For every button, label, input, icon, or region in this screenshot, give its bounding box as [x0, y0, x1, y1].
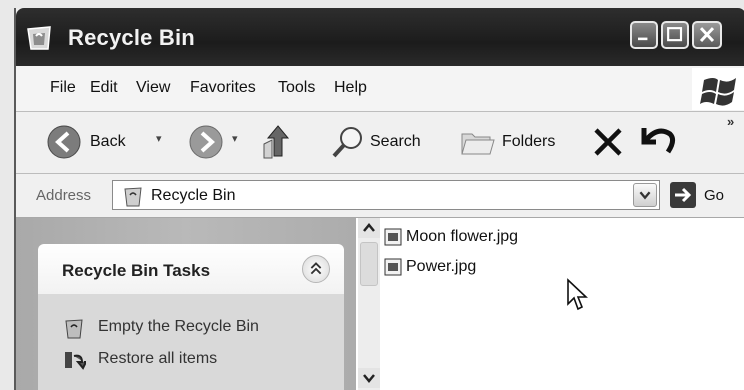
- forward-arrow-icon: [189, 125, 223, 159]
- folders-label: Folders: [502, 133, 556, 150]
- file-pane: Moon flower.jpg Power.jpg: [356, 218, 744, 390]
- menu-help[interactable]: Help: [334, 79, 367, 97]
- tasks-title: Recycle Bin Tasks: [62, 261, 211, 280]
- task-restore-all-items[interactable]: Restore all items: [62, 348, 332, 372]
- delete-icon[interactable]: [592, 126, 624, 158]
- menu-edit[interactable]: Edit: [90, 79, 118, 97]
- chevron-up-icon: [363, 223, 375, 232]
- close-button[interactable]: [692, 21, 722, 49]
- empty-recycle-bin-icon: [65, 319, 83, 339]
- menu-file[interactable]: File: [50, 79, 76, 97]
- maximize-icon: [667, 27, 683, 42]
- address-dropdown-button[interactable]: [633, 183, 657, 207]
- scroll-thumb[interactable]: [360, 242, 378, 286]
- menu-tools[interactable]: Tools: [278, 79, 315, 97]
- menu-favorites[interactable]: Favorites: [190, 79, 256, 97]
- chevron-down-icon: [363, 374, 375, 383]
- back-dropdown-arrow-icon[interactable]: ▾: [156, 132, 162, 145]
- title-bar[interactable]: Recycle Bin: [16, 8, 744, 66]
- toolbar-overflow-icon[interactable]: »: [727, 114, 734, 129]
- back-arrow-icon: [47, 125, 81, 159]
- address-value: Recycle Bin: [151, 187, 236, 204]
- jpg-file-icon: [384, 258, 402, 276]
- file-name: Moon flower.jpg: [406, 228, 519, 245]
- task-empty-recycle-bin[interactable]: Empty the Recycle Bin: [62, 316, 332, 340]
- up-folder-icon[interactable]: [260, 122, 296, 162]
- search-label: Search: [370, 133, 421, 150]
- go-button[interactable]: Go: [670, 182, 740, 210]
- task-label: Restore all items: [98, 350, 218, 367]
- toolbar: Back ▾ ▾ Search Folders »: [16, 112, 744, 174]
- mouse-pointer-icon: [567, 278, 588, 311]
- scroll-down-button[interactable]: [358, 368, 380, 388]
- folders-button[interactable]: Folders: [460, 124, 582, 160]
- tasks-list: Empty the Recycle Bin Restore all items: [38, 294, 344, 390]
- search-button[interactable]: Search: [330, 124, 450, 160]
- forward-button[interactable]: [188, 124, 224, 160]
- recycle-bin-icon: [124, 187, 142, 207]
- restore-icon: [65, 352, 86, 370]
- jpg-file-icon: [384, 228, 402, 246]
- double-chevron-up-icon: [310, 262, 322, 275]
- address-label: Address: [36, 187, 92, 204]
- undo-icon[interactable]: [638, 122, 678, 158]
- minimize-button[interactable]: [630, 21, 658, 49]
- maximize-button[interactable]: [661, 21, 689, 49]
- close-icon: [699, 27, 715, 43]
- collapse-button[interactable]: [302, 255, 330, 283]
- back-button[interactable]: Back: [46, 124, 150, 160]
- minimize-icon: [638, 37, 648, 41]
- folders-icon: [461, 133, 495, 155]
- file-item-moon-flower[interactable]: Moon flower.jpg: [384, 226, 604, 248]
- go-label: Go: [704, 187, 725, 204]
- search-icon: [332, 127, 362, 158]
- windows-logo-icon: [692, 68, 744, 110]
- recycle-bin-icon: [27, 26, 51, 50]
- task-label: Empty the Recycle Bin: [98, 318, 259, 335]
- chevron-down-icon: [639, 191, 651, 200]
- file-item-power[interactable]: Power.jpg: [384, 256, 604, 278]
- tasks-header[interactable]: Recycle Bin Tasks: [38, 244, 344, 294]
- back-label: Back: [90, 133, 126, 150]
- address-field[interactable]: Recycle Bin: [112, 180, 660, 210]
- window-title: Recycle Bin: [68, 25, 195, 50]
- address-bar: Address Recycle Bin Go: [16, 174, 744, 218]
- task-pane: Recycle Bin Tasks Empty the Recycle Bin: [16, 218, 356, 390]
- scroll-up-button[interactable]: [358, 218, 380, 238]
- go-arrow-icon: [670, 182, 696, 208]
- file-name: Power.jpg: [406, 258, 477, 275]
- menu-bar: File Edit View Favorites Tools Help: [16, 66, 744, 112]
- vertical-scrollbar[interactable]: [358, 218, 380, 390]
- recycle-bin-window: Recycle Bin File Edit View Favorites Too…: [14, 8, 744, 390]
- forward-dropdown-arrow-icon[interactable]: ▾: [232, 132, 238, 145]
- menu-view[interactable]: View: [136, 79, 170, 97]
